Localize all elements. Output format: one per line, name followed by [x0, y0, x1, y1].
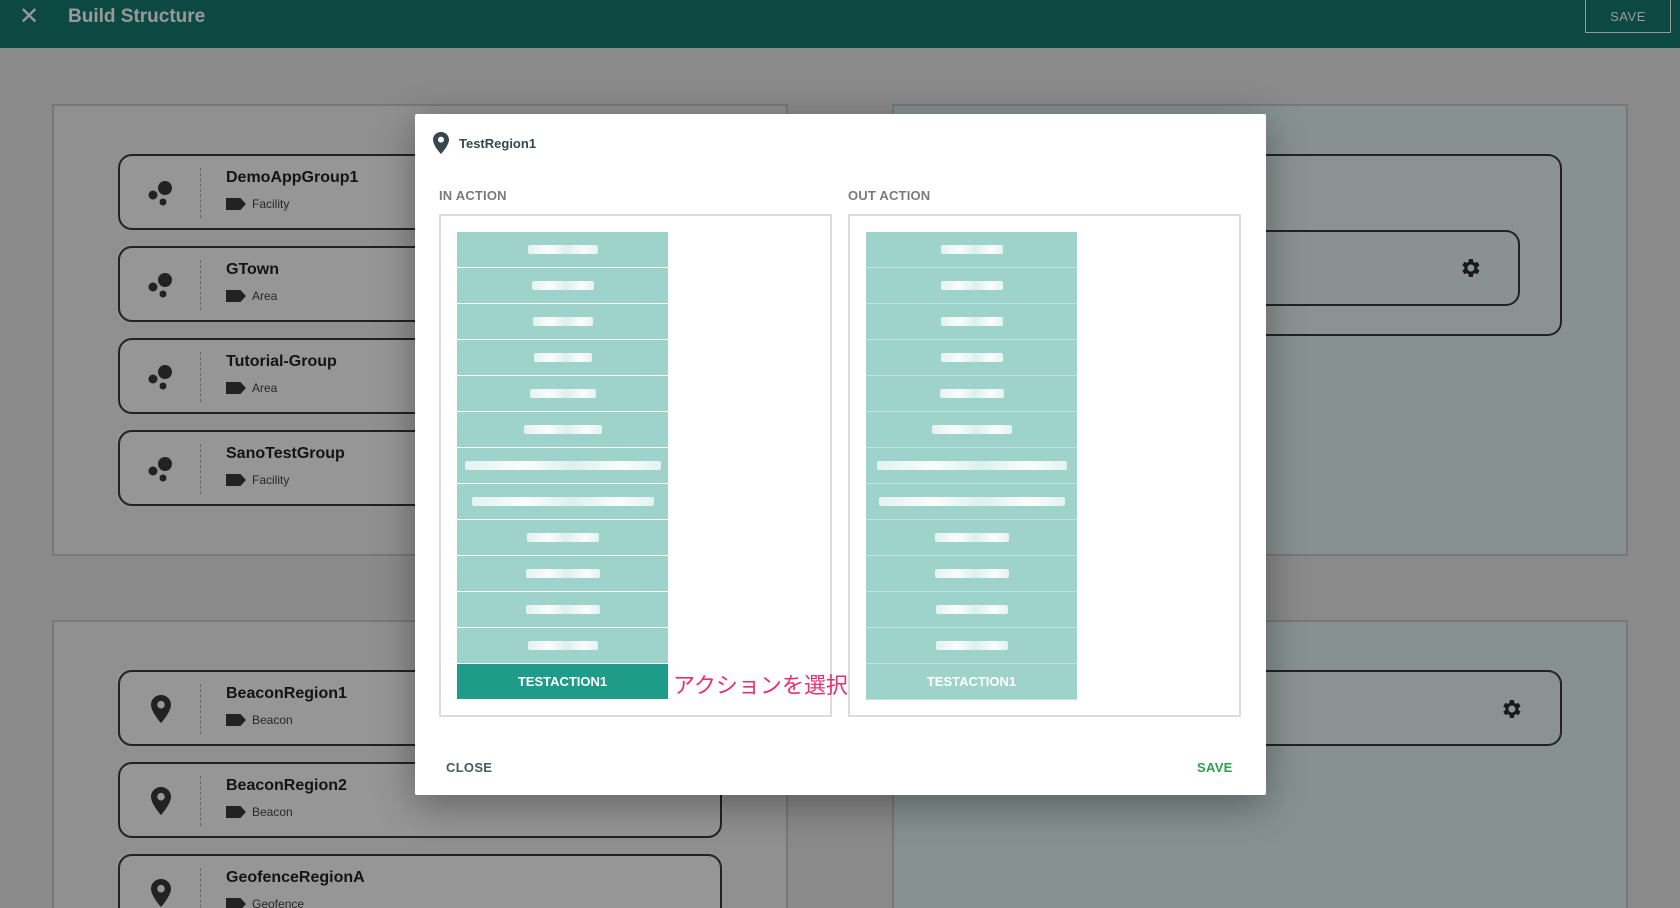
in-action-option[interactable] — [457, 592, 668, 628]
in-action-option[interactable] — [457, 484, 668, 520]
action-dialog: TestRegion1 IN ACTION TESTACTION1 アクションを… — [415, 114, 1266, 795]
in-action-option[interactable] — [457, 304, 668, 340]
in-action-label: IN ACTION — [439, 188, 507, 203]
out-action-option[interactable] — [866, 556, 1077, 592]
in-action-option[interactable] — [457, 448, 668, 484]
out-action-option[interactable] — [866, 592, 1077, 628]
out-action-option[interactable] — [866, 412, 1077, 448]
location-pin-icon — [433, 132, 449, 154]
out-action-option[interactable] — [866, 340, 1077, 376]
out-action-option[interactable]: TESTACTION1 — [866, 664, 1077, 700]
in-action-option[interactable] — [457, 340, 668, 376]
out-action-option[interactable] — [866, 628, 1077, 664]
out-action-option[interactable] — [866, 484, 1077, 520]
close-button[interactable]: CLOSE — [446, 760, 492, 775]
in-action-option[interactable] — [457, 232, 668, 268]
in-action-option[interactable] — [457, 628, 668, 664]
select-action-annotation: アクションを選択 — [673, 674, 848, 699]
out-action-list: TESTACTION1 — [866, 232, 1077, 700]
save-button[interactable]: SAVE — [1197, 760, 1233, 775]
out-action-option[interactable] — [866, 232, 1077, 268]
in-action-option[interactable] — [457, 268, 668, 304]
dialog-title: TestRegion1 — [459, 135, 537, 151]
out-action-option[interactable] — [866, 520, 1077, 556]
out-action-option[interactable] — [866, 376, 1077, 412]
in-action-box: TESTACTION1 — [439, 214, 832, 717]
in-action-option[interactable] — [457, 412, 668, 448]
dialog-header: TestRegion1 — [433, 132, 536, 154]
out-action-box: TESTACTION1 — [848, 214, 1241, 717]
out-action-option[interactable] — [866, 304, 1077, 340]
in-action-option-selected[interactable]: TESTACTION1 — [457, 664, 668, 700]
out-action-option[interactable] — [866, 268, 1077, 304]
in-action-option[interactable] — [457, 520, 668, 556]
in-action-option[interactable] — [457, 376, 668, 412]
out-action-option[interactable] — [866, 448, 1077, 484]
out-action-label: OUT ACTION — [848, 188, 931, 203]
in-action-option[interactable] — [457, 556, 668, 592]
in-action-list: TESTACTION1 — [457, 232, 668, 700]
